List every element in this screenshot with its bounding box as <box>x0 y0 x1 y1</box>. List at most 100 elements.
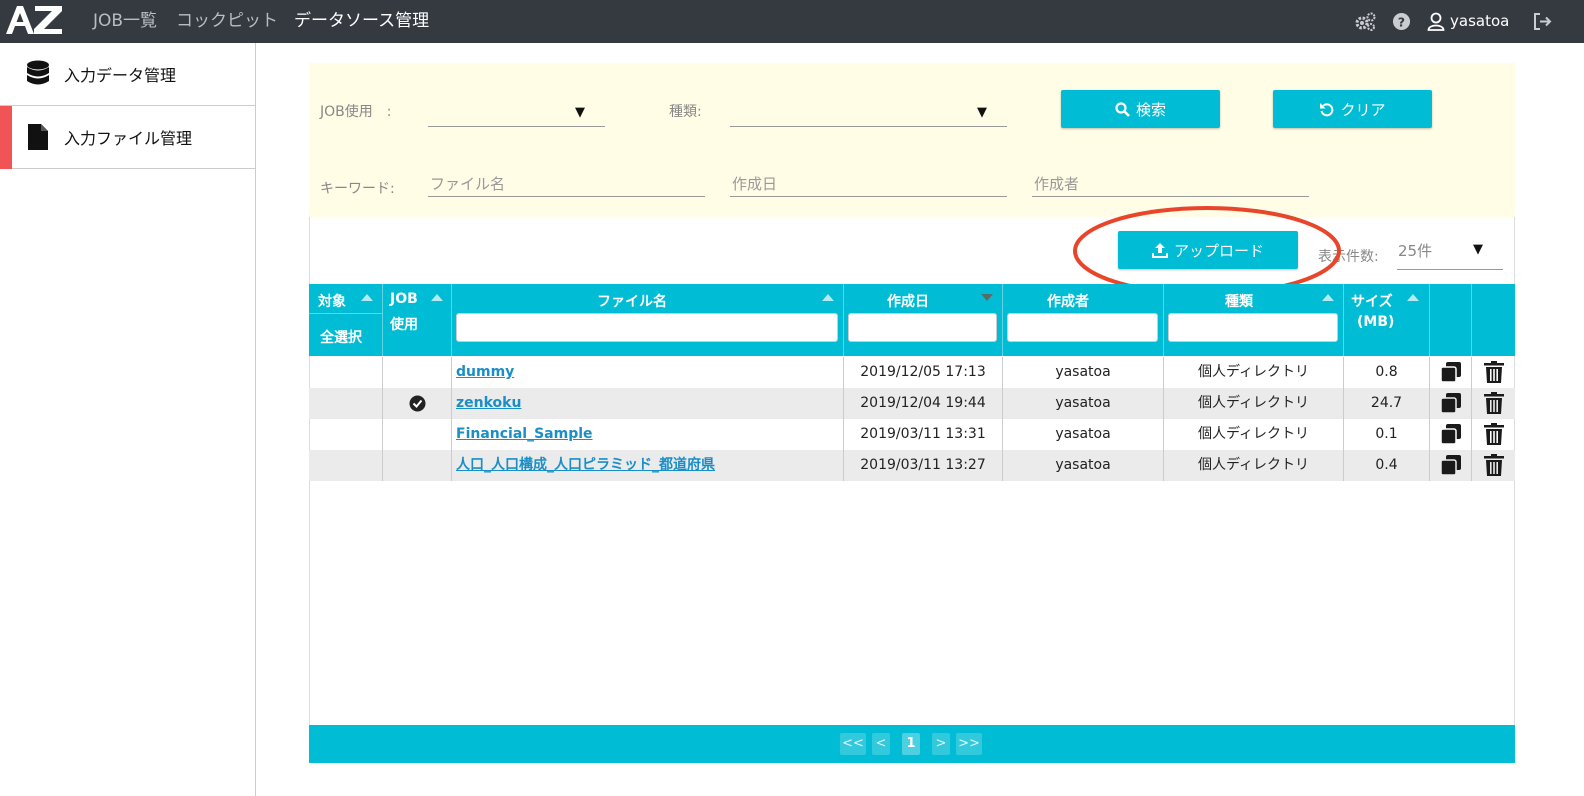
logout-icon[interactable] <box>1533 13 1552 30</box>
author-column-filter[interactable] <box>1007 313 1158 342</box>
trash-icon[interactable] <box>1483 392 1504 414</box>
sort-asc-icon[interactable] <box>1322 294 1334 301</box>
row-size-cell: 24.7 <box>1344 388 1430 419</box>
table-row: dummy 2019/12/05 17:13 yasatoa 個人ディレクトリ … <box>309 357 1515 388</box>
col-type[interactable]: 種類 <box>1164 284 1344 356</box>
sort-asc-icon[interactable] <box>431 294 443 301</box>
filename-filter-input[interactable]: ファイル名 <box>428 167 705 197</box>
date-filter-input[interactable]: 作成日 <box>730 167 1007 197</box>
row-target-cell[interactable] <box>309 388 383 419</box>
sort-asc-icon[interactable] <box>1407 294 1419 301</box>
row-author-cell: yasatoa <box>1003 357 1164 388</box>
copy-icon[interactable] <box>1439 423 1462 445</box>
row-job-cell <box>383 357 452 388</box>
type-column-filter[interactable] <box>1168 313 1338 342</box>
type-filter-select[interactable]: ▼ <box>730 97 1007 127</box>
job-filter-select[interactable]: ▼ <box>428 97 605 127</box>
table-header: 対象 全選択 JOB 使用 ファイル名 作成日 作成者 種類 サイズ (MB) <box>309 284 1515 356</box>
row-date-cell: 2019/12/04 19:44 <box>844 388 1003 419</box>
row-size-cell: 0.4 <box>1344 450 1430 481</box>
row-target-cell[interactable] <box>309 357 383 388</box>
username[interactable]: yasatoa <box>1450 0 1509 43</box>
row-date-cell: 2019/12/05 17:13 <box>844 357 1003 388</box>
file-icon <box>28 124 48 150</box>
trash-icon[interactable] <box>1483 423 1504 445</box>
col-filename[interactable]: ファイル名 <box>452 284 844 356</box>
select-all-button[interactable]: 全選択 <box>320 327 362 347</box>
col-delete <box>1472 284 1515 356</box>
col-target[interactable]: 対象 全選択 <box>309 284 383 356</box>
table-row: Financial_Sample 2019/03/11 13:31 yasato… <box>309 419 1515 450</box>
page-first-button[interactable]: << <box>840 733 866 755</box>
table-row: zenkoku 2019/12/04 19:44 yasatoa 個人ディレクト… <box>309 388 1515 419</box>
clear-button[interactable]: クリア <box>1273 90 1432 128</box>
sidebar-item-input-file[interactable]: 入力ファイル管理 <box>0 106 255 169</box>
row-job-cell <box>383 450 452 481</box>
caret-down-icon: ▼ <box>977 105 987 120</box>
perpage-value: 25件 <box>1398 242 1433 260</box>
col-filename-label: ファイル名 <box>597 294 667 310</box>
row-target-cell[interactable] <box>309 450 383 481</box>
col-job-label-2: 使用 <box>390 317 418 333</box>
row-date-cell: 2019/03/11 13:27 <box>844 450 1003 481</box>
file-link[interactable]: dummy <box>456 364 514 380</box>
nav-job-list[interactable]: JOB一覧 <box>93 0 157 43</box>
page-prev-button[interactable]: < <box>872 733 890 755</box>
trash-icon[interactable] <box>1483 361 1504 383</box>
col-copy <box>1430 284 1472 356</box>
row-delete-cell <box>1472 388 1515 419</box>
page-next-button[interactable]: > <box>932 733 950 755</box>
user-icon[interactable] <box>1427 12 1445 31</box>
page-last-button[interactable]: >> <box>956 733 982 755</box>
svg-text:?: ? <box>1398 15 1405 29</box>
file-link[interactable]: zenkoku <box>456 395 521 411</box>
keyword-label: キーワード: <box>320 181 395 197</box>
file-link[interactable]: Financial_Sample <box>456 426 593 442</box>
copy-icon[interactable] <box>1439 392 1462 414</box>
caret-down-icon: ▼ <box>1473 242 1483 257</box>
sort-asc-icon[interactable] <box>361 294 373 301</box>
row-copy-cell <box>1430 419 1472 450</box>
row-copy-cell <box>1430 388 1472 419</box>
filename-column-filter[interactable] <box>456 313 838 342</box>
search-button[interactable]: 検索 <box>1061 90 1220 128</box>
search-icon <box>1115 101 1130 117</box>
sidebar: 入力データ管理 入力ファイル管理 <box>0 43 256 796</box>
copy-icon[interactable] <box>1439 454 1462 476</box>
filter-panel: JOB使用 : ▼ 種類: ▼ 検索 クリア キーワード: ファイル名 作成日 … <box>309 63 1515 217</box>
file-link[interactable]: 人口_人口構成_人口ピラミッド_都道府県 <box>456 457 715 473</box>
col-job[interactable]: JOB 使用 <box>383 284 452 356</box>
search-button-label: 検索 <box>1135 100 1166 119</box>
database-icon <box>27 60 49 85</box>
undo-icon <box>1320 102 1334 116</box>
row-job-cell <box>383 388 452 419</box>
settings-gears-icon[interactable] <box>1355 12 1377 32</box>
row-type-cell: 個人ディレクトリ <box>1164 388 1344 419</box>
trash-icon[interactable] <box>1483 454 1504 476</box>
date-column-filter[interactable] <box>848 313 997 342</box>
row-target-cell[interactable] <box>309 419 383 450</box>
row-type-cell: 個人ディレクトリ <box>1164 419 1344 450</box>
perpage-select[interactable]: 25件 ▼ <box>1397 238 1503 270</box>
type-filter-label: 種類: <box>669 104 702 120</box>
az-logo[interactable] <box>4 2 64 38</box>
clear-button-label: クリア <box>1340 100 1386 119</box>
row-filename-cell: 人口_人口構成_人口ピラミッド_都道府県 <box>452 450 844 481</box>
nav-cockpit[interactable]: コックピット <box>176 0 278 43</box>
nav-datasource[interactable]: データソース管理 <box>294 0 429 43</box>
caret-down-icon: ▼ <box>575 105 585 120</box>
author-filter-input[interactable]: 作成者 <box>1032 167 1309 197</box>
col-size[interactable]: サイズ (MB) <box>1344 284 1430 356</box>
col-date-label: 作成日 <box>887 294 929 310</box>
page-current-button[interactable]: 1 <box>902 733 920 755</box>
sidebar-item-input-data[interactable]: 入力データ管理 <box>0 43 255 106</box>
col-date[interactable]: 作成日 <box>844 284 1003 356</box>
sort-asc-icon[interactable] <box>822 294 834 301</box>
col-author-label: 作成者 <box>1047 294 1089 310</box>
col-author[interactable]: 作成者 <box>1003 284 1164 356</box>
sort-desc-icon[interactable] <box>981 294 993 301</box>
help-icon[interactable]: ? <box>1392 12 1411 31</box>
copy-icon[interactable] <box>1439 361 1462 383</box>
col-size-unit: (MB) <box>1357 314 1395 330</box>
pagination: << < 1 > >> <box>309 725 1515 763</box>
